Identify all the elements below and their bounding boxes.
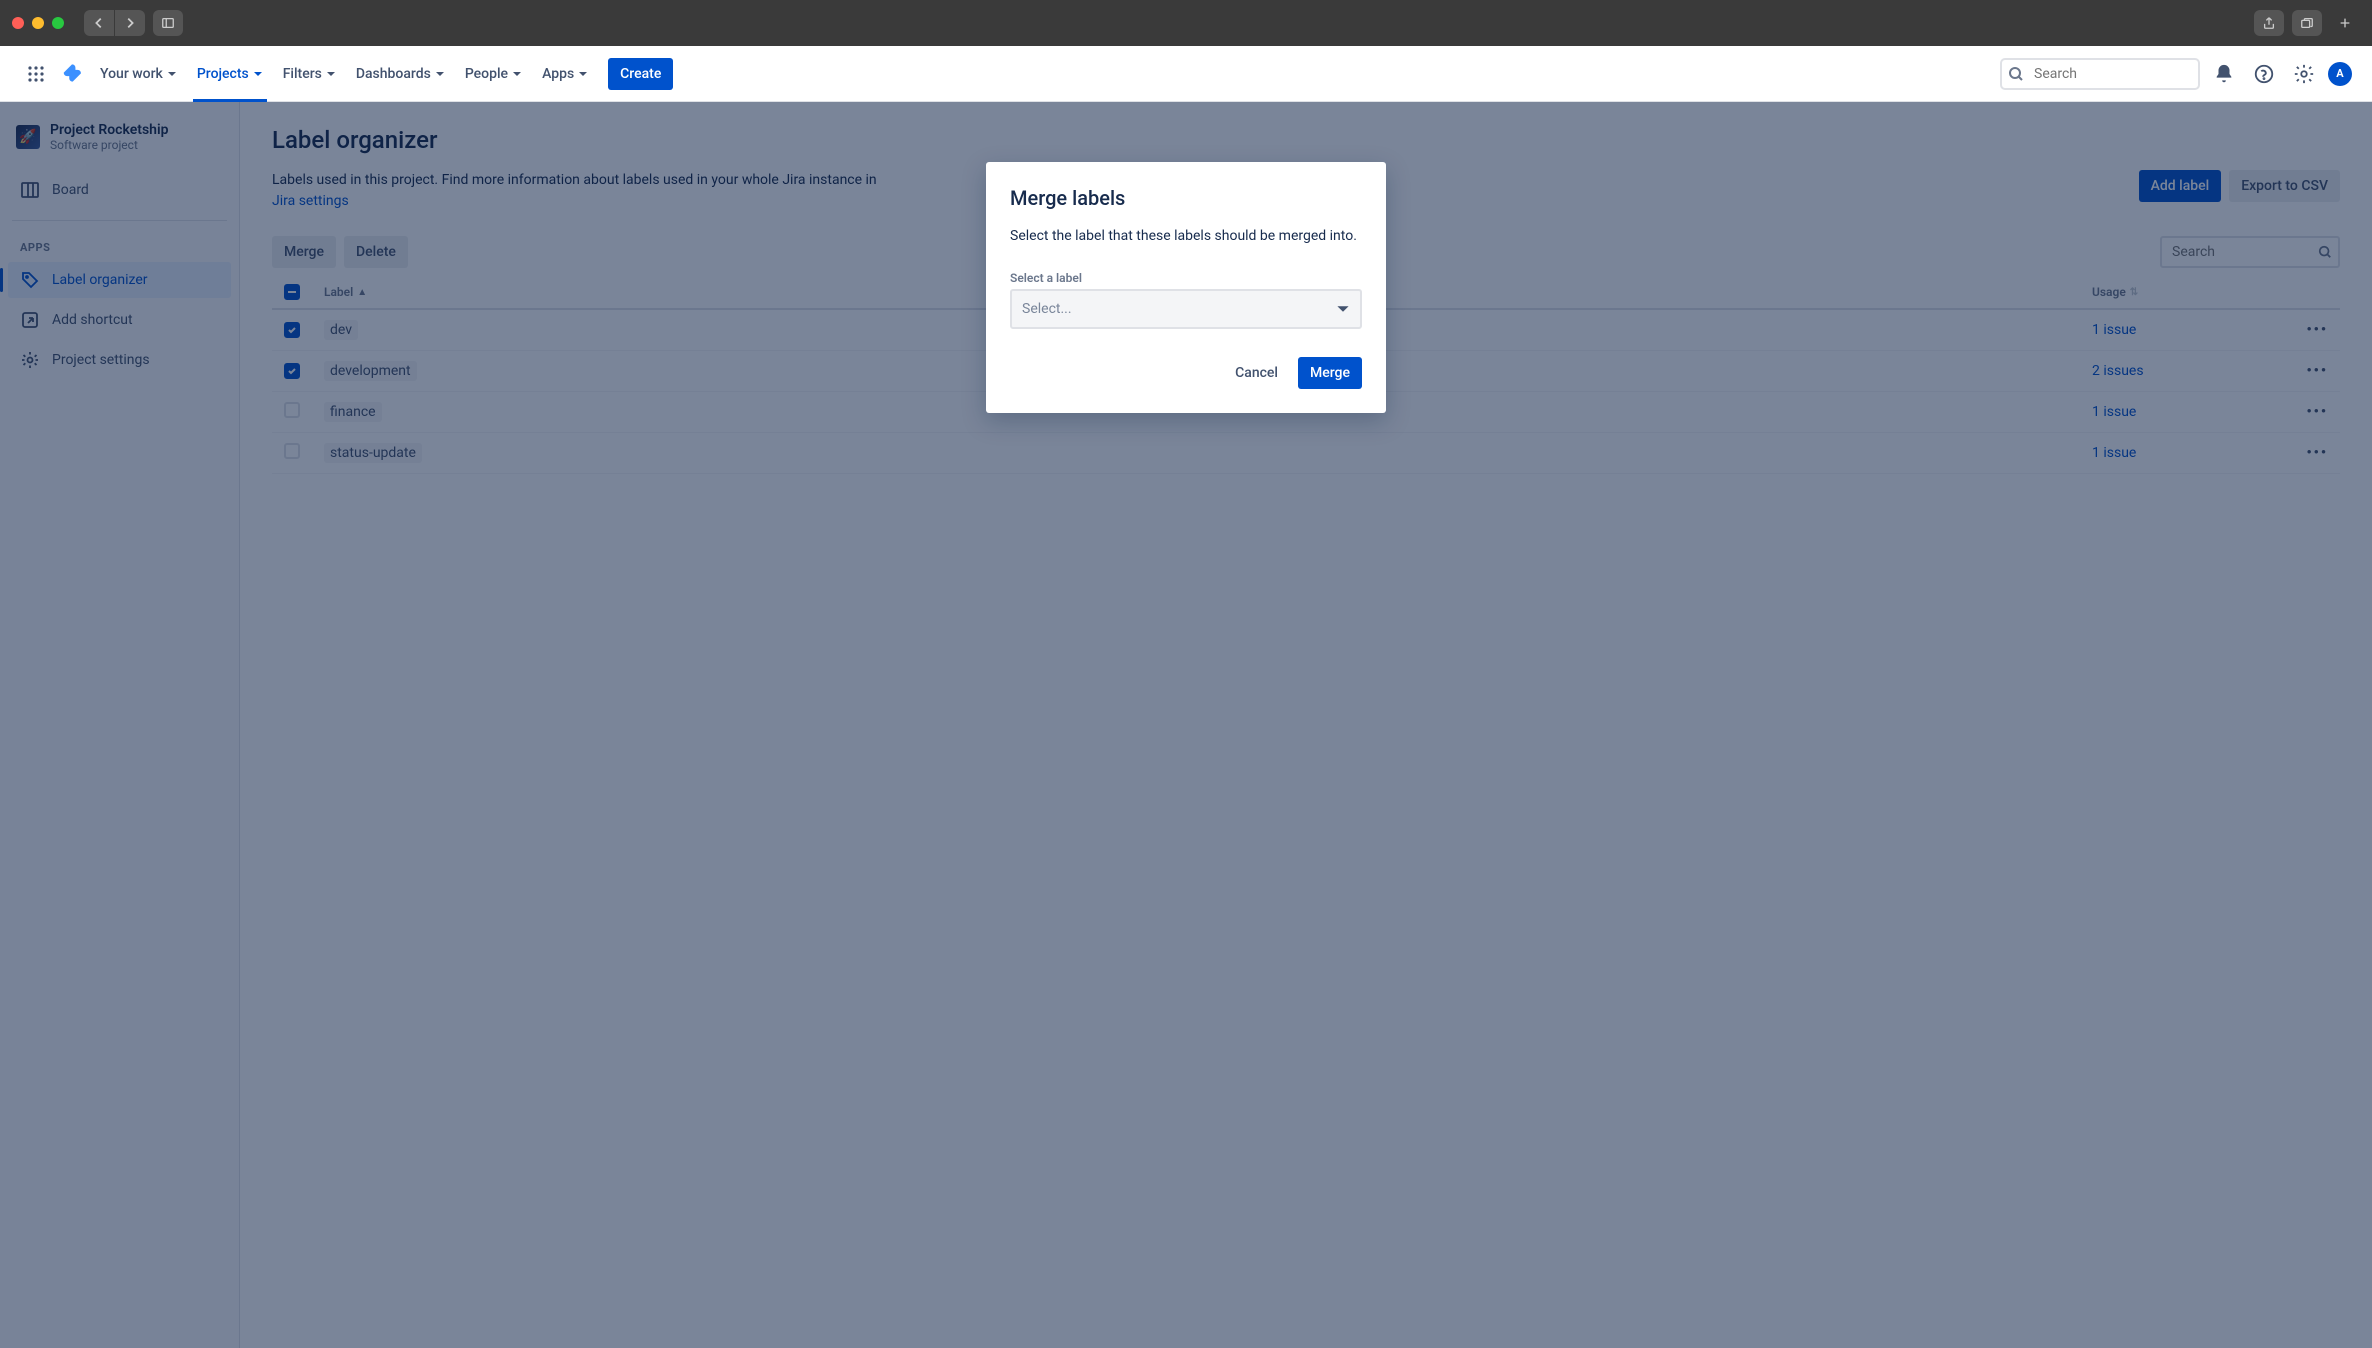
create-button[interactable]: Create [608,58,673,90]
label-select[interactable]: Select... [1010,289,1362,329]
nav-your-work[interactable]: Your work [92,58,185,90]
chevron-down-icon [167,69,177,79]
nav-projects-label: Projects [197,66,249,82]
chevron-down-icon [435,69,445,79]
sidebar-toggle-button[interactable] [153,10,183,36]
nav-people[interactable]: People [457,58,530,90]
select-placeholder: Select... [1022,301,1072,317]
nav-filters-label: Filters [283,66,322,82]
traffic-lights [12,17,64,29]
cancel-button[interactable]: Cancel [1223,357,1290,389]
nav-dashboards-label: Dashboards [356,66,431,82]
jira-logo-icon[interactable] [56,58,88,90]
minimize-window-button[interactable] [32,17,44,29]
chevron-down-icon [512,69,522,79]
merge-labels-modal: Merge labels Select the label that these… [986,162,1386,413]
nav-apps[interactable]: Apps [534,58,596,90]
new-tab-button[interactable] [2330,10,2360,36]
forward-button[interactable] [115,10,145,36]
chevron-down-icon [578,69,588,79]
modal-backdrop[interactable]: Merge labels Select the label that these… [0,102,2372,1348]
window-titlebar [0,0,2372,46]
share-button[interactable] [2254,10,2284,36]
search-icon [2008,66,2024,82]
tabs-button[interactable] [2292,10,2322,36]
maximize-window-button[interactable] [52,17,64,29]
modal-title: Merge labels [1010,186,1362,210]
nav-projects[interactable]: Projects [189,58,271,90]
modal-merge-button[interactable]: Merge [1298,357,1362,389]
nav-apps-label: Apps [542,66,574,82]
avatar[interactable]: A [2328,62,2352,86]
top-nav: Your work Projects Filters Dashboards Pe… [0,46,2372,102]
back-button[interactable] [84,10,114,36]
select-label-field-label: Select a label [1010,271,1362,285]
global-search [2000,58,2200,90]
app-switcher-icon[interactable] [20,58,52,90]
nav-dashboards[interactable]: Dashboards [348,58,453,90]
chevron-down-icon [326,69,336,79]
nav-back-forward [84,10,145,36]
chevron-down-icon [1336,302,1350,316]
nav-people-label: People [465,66,508,82]
search-input[interactable] [2000,58,2200,90]
modal-description: Select the label that these labels shoul… [1010,226,1362,247]
nav-filters[interactable]: Filters [275,58,344,90]
settings-icon[interactable] [2288,58,2320,90]
close-window-button[interactable] [12,17,24,29]
chevron-down-icon [253,69,263,79]
help-icon[interactable] [2248,58,2280,90]
nav-your-work-label: Your work [100,66,163,82]
notifications-icon[interactable] [2208,58,2240,90]
